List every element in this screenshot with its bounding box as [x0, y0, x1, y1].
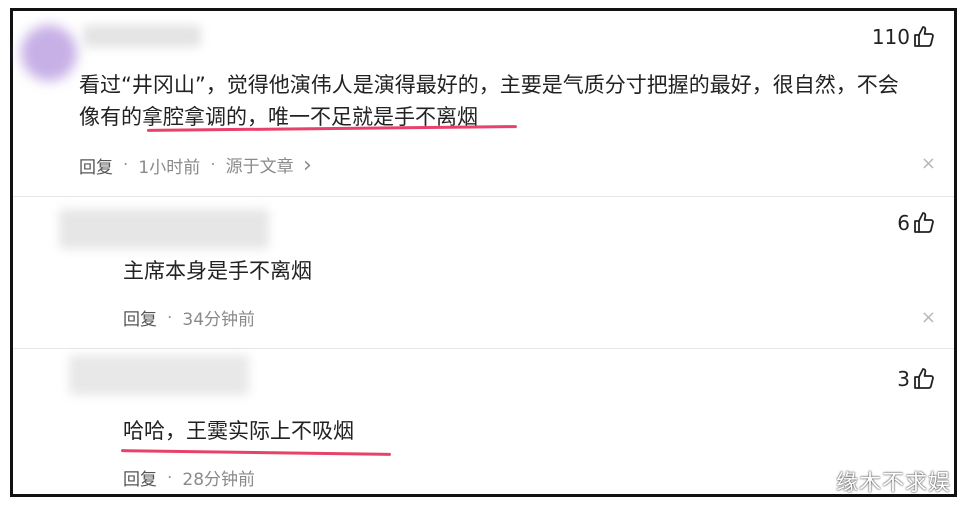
close-icon[interactable]: × — [921, 307, 936, 328]
close-icon[interactable]: × — [921, 153, 936, 174]
comment-text-line: 看过“井冈山”，觉得他演伟人是演得最好的，主要是气质分寸把握的最好，很自然，不会 — [79, 73, 899, 97]
reply-button[interactable]: 回复 — [123, 305, 157, 330]
separator: · — [167, 467, 173, 488]
like-count: 6 — [897, 211, 910, 235]
like-button[interactable]: 110 — [872, 25, 936, 49]
comment-text: 看过“井冈山”，觉得他演伟人是演得最好的，主要是气质分寸把握的最好，很自然，不会… — [79, 69, 899, 133]
comment-text: 哈哈，王霙实际上不吸烟 — [123, 419, 354, 443]
like-count: 110 — [871, 25, 910, 49]
like-button[interactable]: 6 — [897, 211, 936, 235]
username[interactable] — [83, 25, 201, 47]
timestamp: 34分钟前 — [182, 310, 256, 330]
reply-button[interactable]: 回复 — [123, 465, 157, 490]
thumbs-up-icon — [914, 368, 934, 389]
chevron-right-icon: › — [303, 153, 312, 178]
username[interactable] — [69, 355, 249, 395]
comment-meta: 回复 · 28分钟前 — [123, 465, 256, 491]
divider — [13, 196, 954, 197]
comment-meta: 回复 · 1小时前 · 源于文章 › — [79, 152, 312, 178]
separator: · — [210, 155, 216, 175]
timestamp: 1小时前 — [138, 157, 201, 178]
comment-text: 主席本身是手不离烟 — [123, 259, 312, 283]
source-label: 源于文章 — [225, 157, 294, 177]
comment-meta: 回复 · 34分钟前 — [123, 305, 256, 331]
thumbs-up-icon — [914, 212, 934, 233]
separator: · — [123, 155, 129, 175]
watermark: 缘木不求娱 — [835, 471, 951, 496]
source-link[interactable]: 源于文章 › — [226, 152, 312, 178]
reply-button[interactable]: 回复 — [79, 153, 113, 178]
comment-panel: 110 看过“井冈山”，觉得他演伟人是演得最好的，主要是气质分寸把握的最好，很自… — [10, 8, 957, 497]
like-count: 3 — [897, 367, 910, 391]
timestamp: 28分钟前 — [182, 470, 256, 490]
avatar[interactable] — [21, 25, 77, 81]
separator: · — [167, 307, 173, 328]
like-button[interactable]: 3 — [897, 367, 936, 391]
highlight-underline — [120, 449, 392, 456]
username[interactable] — [59, 209, 269, 249]
thumbs-up-icon — [914, 26, 934, 47]
divider — [13, 348, 954, 349]
